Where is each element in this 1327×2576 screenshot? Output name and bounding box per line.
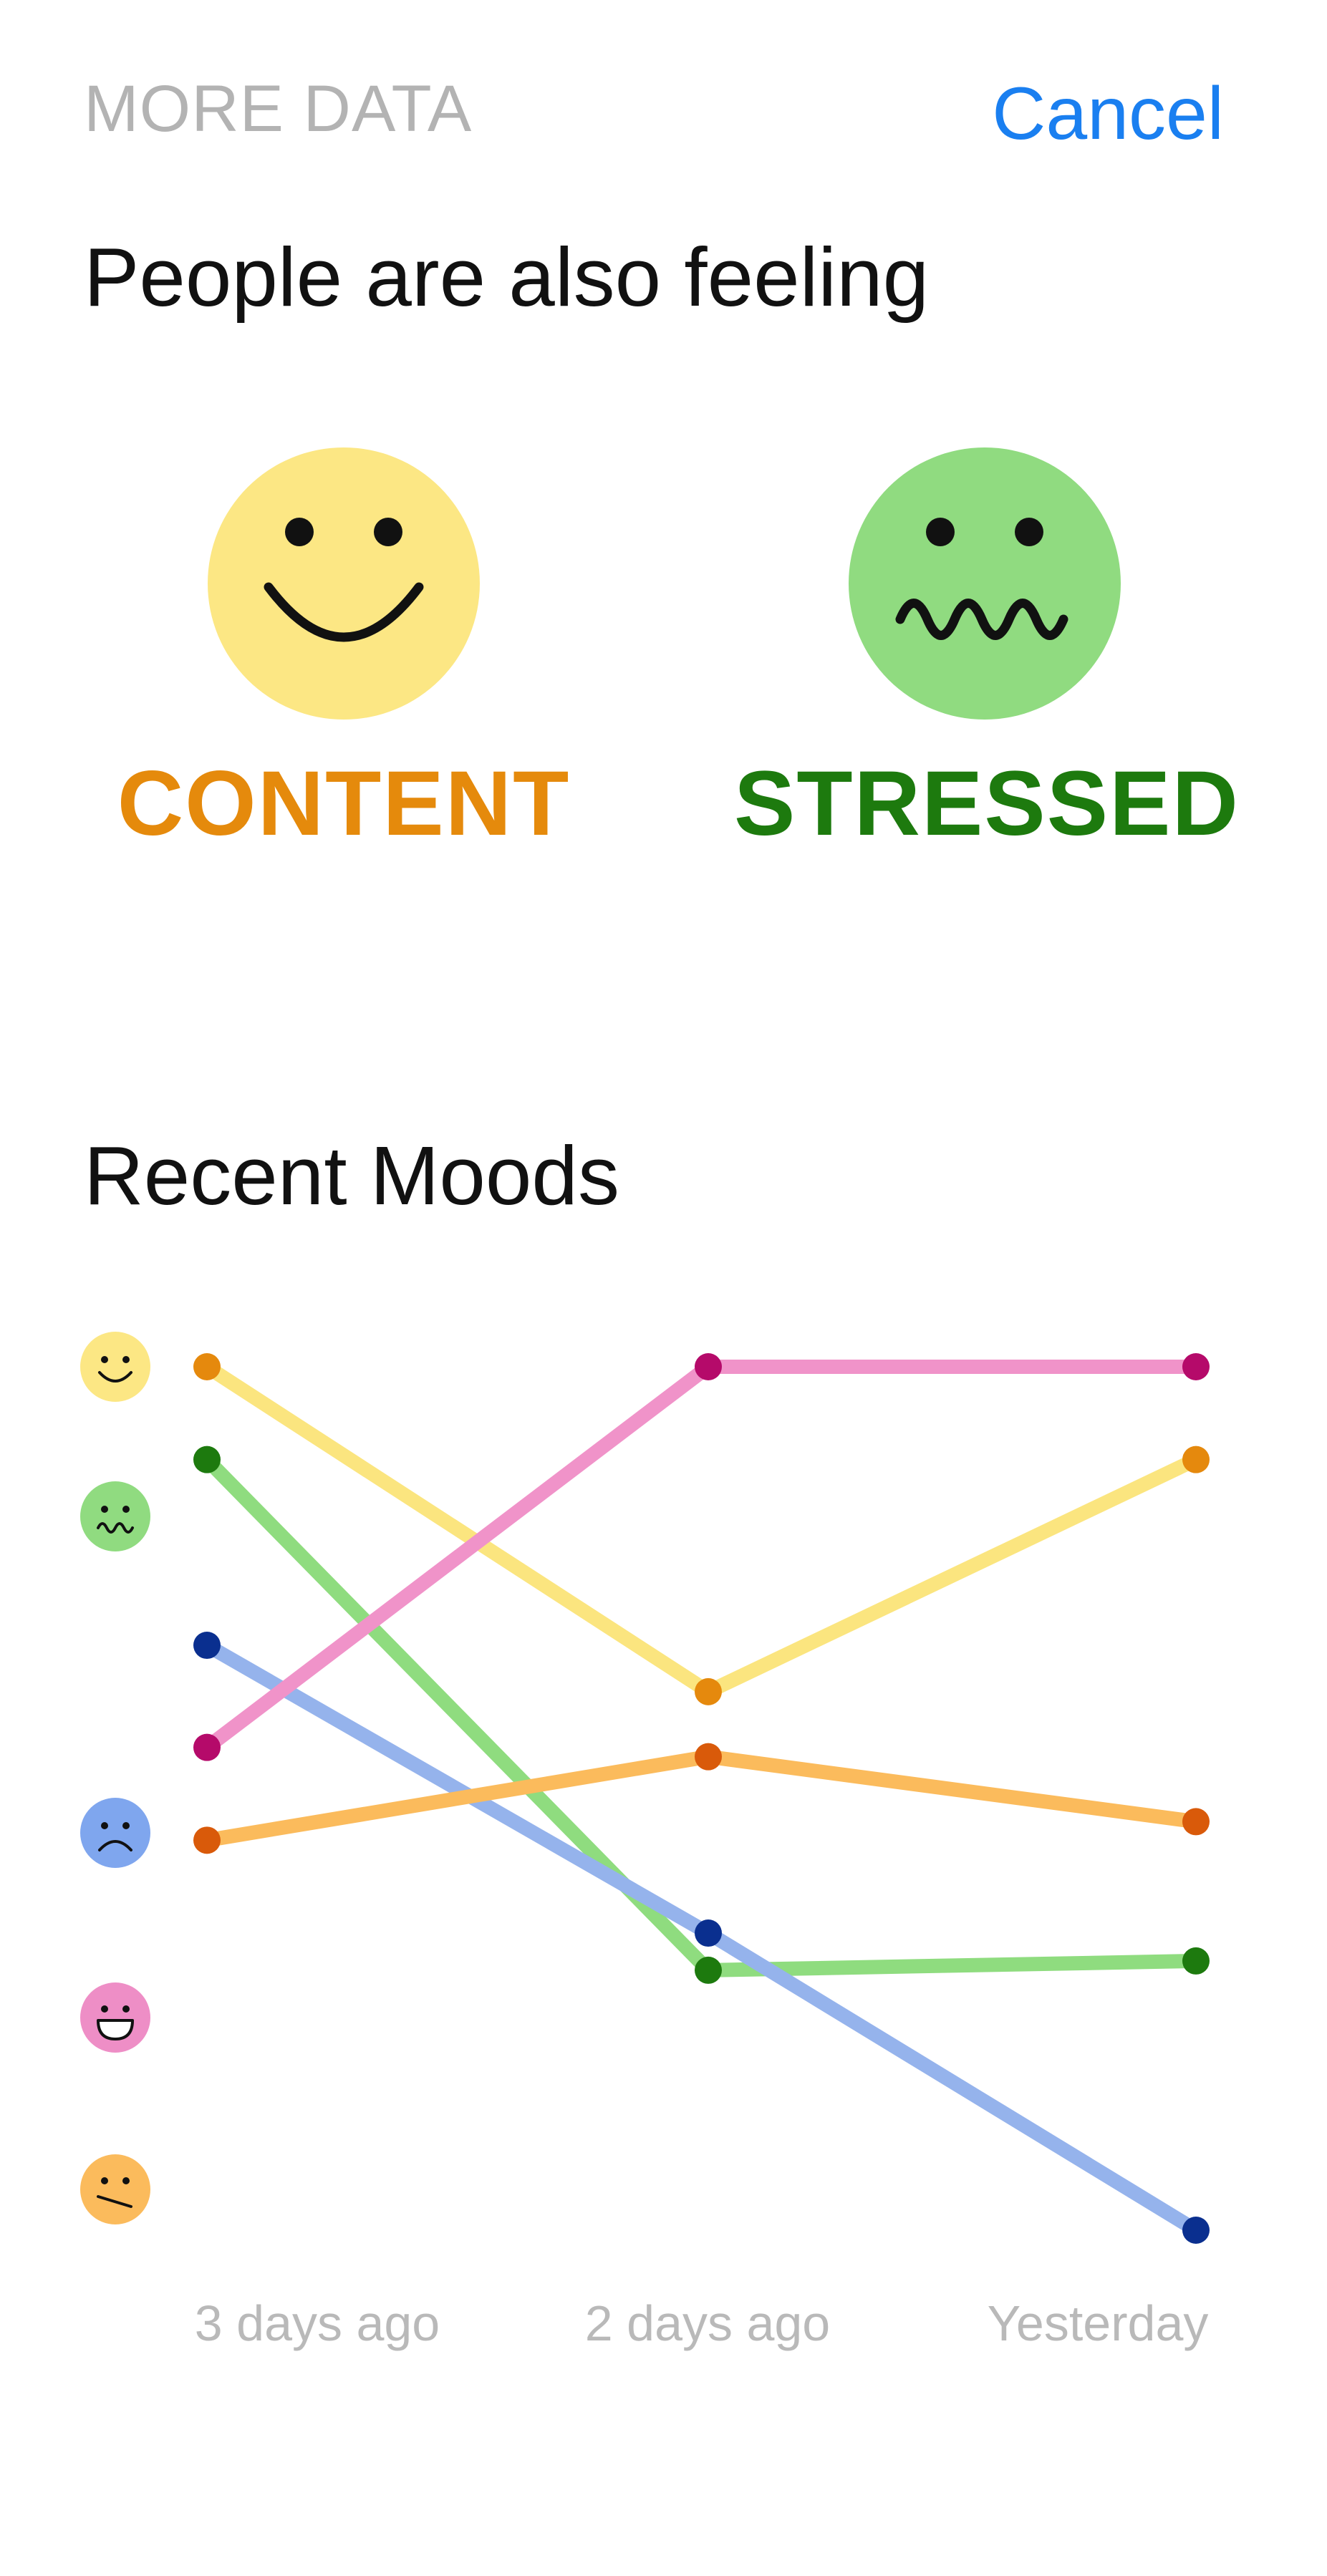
series-2-point-0 <box>193 1632 221 1660</box>
series-2-point-1 <box>695 1919 722 1947</box>
content-face-icon <box>80 1332 150 1402</box>
x-tick-label: 3 days ago <box>194 2295 440 2351</box>
series-4-point-0 <box>193 1826 221 1854</box>
series-3-point-2 <box>1182 1353 1210 1380</box>
series-2-point-2 <box>1182 2217 1210 2244</box>
series-3-point-1 <box>695 1353 722 1380</box>
series-1-point-0 <box>193 1446 221 1473</box>
stressed-face-icon <box>80 1481 150 1551</box>
excited-face-icon <box>80 1982 150 2053</box>
series-line-4 <box>206 1749 1197 1848</box>
series-0-point-1 <box>695 1677 722 1705</box>
series-0-point-2 <box>1182 1446 1210 1473</box>
series-4-point-2 <box>1182 1808 1210 1836</box>
x-tick-label: Yesterday <box>987 2295 1209 2351</box>
series-3-point-0 <box>193 1733 221 1761</box>
x-tick-label: 2 days ago <box>584 2295 831 2351</box>
chart-lines <box>201 1360 1200 2237</box>
series-0-point-0 <box>193 1353 221 1380</box>
series-4-point-1 <box>695 1743 722 1771</box>
series-1-point-1 <box>695 1956 722 1984</box>
sad-face-icon <box>80 1798 150 1868</box>
series-1-point-2 <box>1182 1947 1210 1975</box>
recent-moods-chart <box>80 1332 1210 2244</box>
meh-face-icon <box>80 2154 150 2224</box>
